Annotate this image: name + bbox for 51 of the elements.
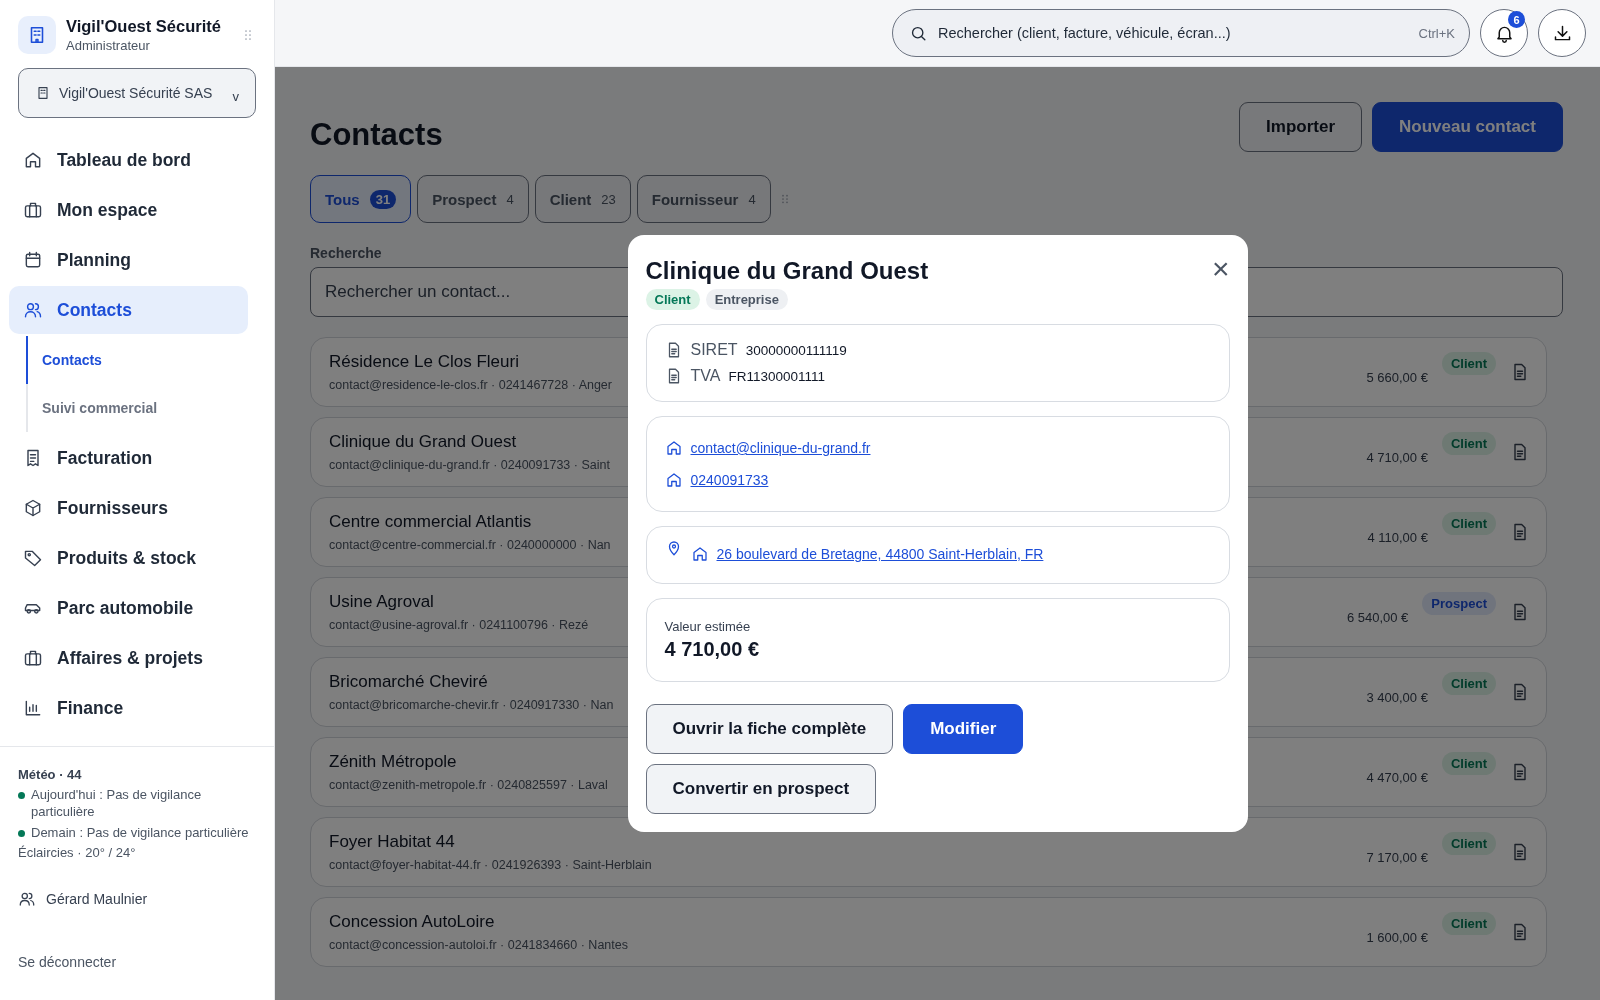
- dialog-title: Clinique du Grand Ouest: [645, 257, 929, 285]
- type-tag: Client: [1441, 912, 1496, 935]
- type-tag: Client: [1441, 672, 1496, 695]
- contact-amount: 4 470,00 €: [1366, 769, 1428, 785]
- contact-name: Clinique du Grand Ouest: [329, 432, 517, 452]
- type-tag: Client: [1441, 432, 1496, 455]
- contact-details: contact@foyer-habitat-44.fr · 0241926393 · Saint-Herblain: [329, 858, 652, 872]
- contact-details: contact@bricomarche-chevir.fr · 0240917330 · Nan: [329, 698, 614, 712]
- field-label: TVA: [690, 367, 721, 385]
- contact-amount: 7 170,00 €: [1366, 849, 1428, 865]
- contact-amount: 5 660,00 €: [1366, 369, 1428, 385]
- estimate-value: 4 710,00 €: [664, 638, 761, 661]
- contact-name: Concession AutoLoire: [329, 912, 495, 932]
- company-name: Vigil'Ouest Sécurité: [66, 17, 222, 36]
- type-tag: Client: [1441, 752, 1496, 775]
- notification-count: 6: [1508, 11, 1525, 28]
- type-tag: Client: [645, 289, 700, 310]
- contact-amount: 1 600,00 €: [1366, 929, 1428, 945]
- contact-name: Zénith Métropole: [329, 752, 457, 772]
- search-label: Recherche: [310, 245, 383, 261]
- contact-details: contact@residence-le-clos.fr · 0241467728 · Anger: [329, 378, 612, 392]
- contact-name: Usine Agroval: [329, 592, 434, 612]
- contact-amount: 3 400,00 €: [1366, 689, 1428, 705]
- weather-note: Demain : Pas de vigilance particulière: [31, 824, 249, 841]
- type-tag: Client: [1441, 352, 1496, 375]
- contact-name: Foyer Habitat 44: [329, 832, 455, 852]
- field-label: SIRET: [690, 341, 738, 359]
- contact-amount: 4 710,00 €: [1366, 449, 1428, 465]
- contact-name: Bricomarché Cheviré: [329, 672, 488, 692]
- estimate-label: Valeur estimée: [664, 619, 752, 634]
- user-name: Gérard Maulnier: [46, 891, 148, 907]
- type-tag: Entreprise: [705, 289, 788, 310]
- contact-amount: 4 110,00 €: [1367, 529, 1428, 545]
- contact-details: contact@usine-agroval.fr · 0241100796 · Rezé: [329, 618, 589, 632]
- contact-name: Résidence Le Clos Fleuri: [329, 352, 519, 372]
- contact-details: contact@centre-commercial.fr · 0240000000 · Nan: [329, 538, 611, 552]
- weather-title: Météo · 44: [18, 767, 83, 782]
- type-tag: Prospect: [1422, 592, 1496, 615]
- contact-details: contact@clinique-du-grand.fr · 0240091733 · Saint: [329, 458, 610, 472]
- page-title: Contacts: [310, 117, 443, 153]
- field-value: FR11300001111: [728, 368, 825, 384]
- contact-details: contact@concession-autoloi.fr · 0241834660 · Nantes: [329, 938, 628, 952]
- contact-amount: 6 540,00 €: [1346, 609, 1409, 625]
- user-role: Administrateur: [66, 38, 151, 53]
- weather-note: Aujourd'hui : Pas de vigilance particulière: [31, 786, 203, 820]
- weather-forecast: Éclaircies · 20° / 24°: [18, 845, 137, 860]
- type-tag: Client: [1441, 832, 1496, 855]
- contact-name: Centre commercial Atlantis: [329, 512, 532, 532]
- contact-details: contact@zenith-metropole.fr · 0240825597 · Laval: [329, 778, 608, 792]
- field-value: 30000000111119: [745, 342, 847, 358]
- type-tag: Client: [1441, 512, 1496, 535]
